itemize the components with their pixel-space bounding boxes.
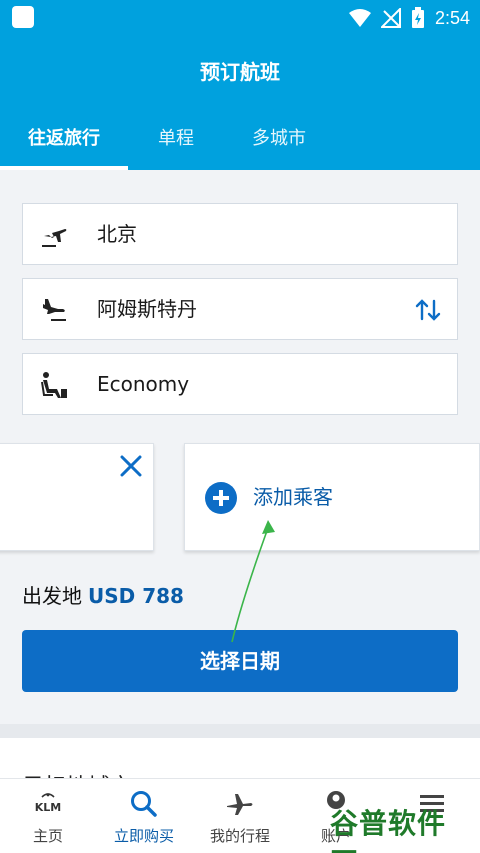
nav-home-label: 主页	[32, 827, 63, 845]
app-bar: 预订航班 往返旅行 单程 多城市	[0, 36, 480, 170]
wifi-icon	[348, 9, 371, 27]
nav-buy-now[interactable]: 立即购买	[96, 779, 192, 853]
svg-text:KLM: KLM	[35, 801, 61, 814]
watermark: 谷普软件园	[330, 798, 472, 853]
add-circle-icon	[205, 482, 237, 514]
watermark-text: 谷普软件园	[330, 807, 447, 853]
battery-charging-icon	[411, 7, 424, 28]
destination-field[interactable]: 阿姆斯特丹	[22, 278, 458, 340]
klm-logo-icon: KLM	[35, 793, 61, 814]
price-label: 出发地	[22, 584, 82, 608]
select-dates-button[interactable]: 选择日期	[22, 630, 458, 692]
swap-icon[interactable]	[415, 297, 441, 323]
landing-icon	[43, 299, 66, 321]
cabin-value: Economy	[97, 372, 190, 396]
tab-multi-city[interactable]: 多城市	[224, 116, 334, 170]
tab-round-trip[interactable]: 往返旅行	[0, 116, 128, 170]
app-notification-icon	[12, 6, 34, 28]
add-passenger-card[interactable]: 添加乘客	[184, 443, 480, 551]
price-value: USD 788	[88, 584, 184, 608]
seat-icon	[41, 372, 67, 398]
page-title: 预订航班	[200, 60, 280, 84]
origin-field[interactable]: 北京	[22, 203, 458, 265]
status-icons: 2:54	[348, 6, 470, 30]
nav-my-trips[interactable]: 我的行程	[192, 779, 288, 853]
nav-home[interactable]: KLM 主页	[0, 779, 96, 853]
search-icon	[131, 791, 157, 817]
no-signal-icon	[380, 8, 401, 28]
cabin-class-field[interactable]: Economy	[22, 353, 458, 415]
section-divider	[0, 724, 480, 738]
close-icon[interactable]	[119, 454, 143, 478]
status-bar: 2:54	[0, 0, 480, 36]
passenger-card[interactable]	[0, 443, 154, 551]
status-time: 2:54	[434, 7, 470, 28]
add-passenger-label: 添加乘客	[253, 485, 333, 509]
tab-one-way[interactable]: 单程	[128, 116, 224, 170]
trip-type-tabs: 往返旅行 单程 多城市	[0, 116, 480, 170]
takeoff-icon	[42, 229, 67, 247]
origin-value: 北京	[97, 222, 137, 246]
nav-my-trips-label: 我的行程	[209, 827, 270, 845]
price-row: 出发地 USD 788	[22, 580, 184, 609]
nav-buy-now-label: 立即购买	[113, 827, 174, 845]
destination-value: 阿姆斯特丹	[97, 297, 197, 321]
airplane-icon	[227, 794, 253, 815]
